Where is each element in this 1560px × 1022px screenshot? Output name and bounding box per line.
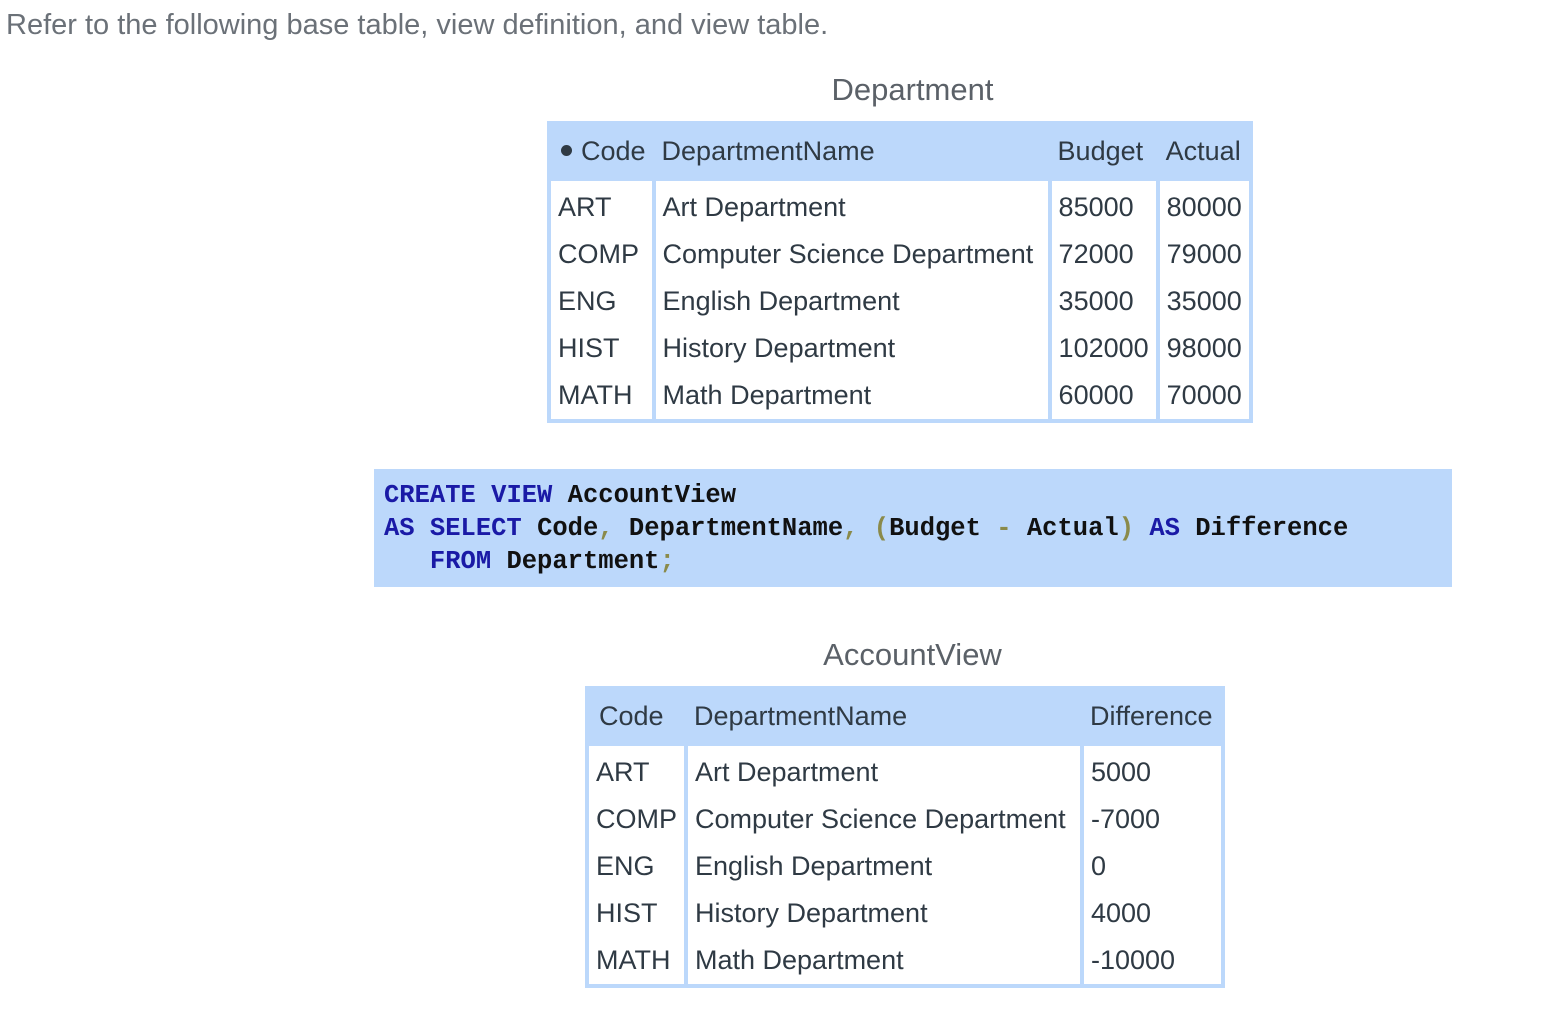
cell-departmentname: English Department xyxy=(656,278,1048,325)
sql-keyword: CREATE xyxy=(384,481,476,510)
cell-budget: 85000 xyxy=(1052,181,1156,231)
cell-difference: -10000 xyxy=(1084,937,1221,984)
sql-keyword: SELECT xyxy=(430,514,522,543)
cell-code: ART xyxy=(551,181,652,231)
table-row: COMP Computer Science Department 72000 7… xyxy=(551,231,1249,278)
sql-identifier: Department xyxy=(506,547,659,576)
cell-departmentname: Art Department xyxy=(656,181,1048,231)
cell-actual: 98000 xyxy=(1160,325,1249,372)
table-row: ART Art Department 85000 80000 xyxy=(551,181,1249,231)
cell-departmentname: Math Department xyxy=(656,372,1048,419)
cell-code: COMP xyxy=(551,231,652,278)
sql-identifier: DepartmentName xyxy=(629,514,843,543)
table-header-row: Code DepartmentName Difference xyxy=(589,686,1221,746)
cell-departmentname: Math Department xyxy=(688,937,1080,984)
sql-operator: - xyxy=(996,514,1011,543)
cell-budget: 35000 xyxy=(1052,278,1156,325)
cell-departmentname: History Department xyxy=(688,890,1080,937)
accountview-caption: AccountView xyxy=(585,636,1240,674)
cell-departmentname: Art Department xyxy=(688,746,1080,796)
sql-identifier: AccountView xyxy=(568,481,736,510)
cell-actual: 79000 xyxy=(1160,231,1249,278)
cell-difference: 4000 xyxy=(1084,890,1221,937)
sql-identifier: Code xyxy=(537,514,598,543)
table-row: HIST History Department 102000 98000 xyxy=(551,325,1249,372)
column-header-actual: Actual xyxy=(1160,121,1249,181)
department-table: Code DepartmentName Budget Actual ART Ar… xyxy=(547,121,1253,423)
accountview-table: Code DepartmentName Difference ART Art D… xyxy=(585,686,1225,988)
table-header-row: Code DepartmentName Budget Actual xyxy=(551,121,1249,181)
intro-text: Refer to the following base table, view … xyxy=(6,6,828,44)
sql-punctuation: ; xyxy=(659,547,674,576)
column-header-code: Code xyxy=(589,686,684,746)
sql-punctuation: , xyxy=(598,514,613,543)
cell-difference: -7000 xyxy=(1084,796,1221,843)
table-row: HIST History Department 4000 xyxy=(589,890,1221,937)
sql-identifier: Difference xyxy=(1195,514,1348,543)
cell-departmentname: English Department xyxy=(688,843,1080,890)
cell-code: HIST xyxy=(551,325,652,372)
column-header-departmentname: DepartmentName xyxy=(656,121,1048,181)
sql-punctuation: ) xyxy=(1119,514,1134,543)
cell-code: COMP xyxy=(589,796,684,843)
table-row: ENG English Department 0 xyxy=(589,843,1221,890)
sql-punctuation: ( xyxy=(874,514,889,543)
sql-punctuation: , xyxy=(843,514,858,543)
cell-budget: 60000 xyxy=(1052,372,1156,419)
sql-identifier: Actual xyxy=(1027,514,1119,543)
column-header-difference: Difference xyxy=(1084,686,1221,746)
cell-code: MATH xyxy=(551,372,652,419)
cell-code: MATH xyxy=(589,937,684,984)
sql-identifier: Budget xyxy=(889,514,981,543)
department-caption: Department xyxy=(547,71,1278,109)
cell-code: ENG xyxy=(551,278,652,325)
cell-actual: 70000 xyxy=(1160,372,1249,419)
cell-budget: 102000 xyxy=(1052,325,1156,372)
sql-keyword: AS xyxy=(384,514,415,543)
table-row: MATH Math Department 60000 70000 xyxy=(551,372,1249,419)
cell-code: ART xyxy=(589,746,684,796)
sql-view-definition: CREATE VIEW AccountView AS SELECT Code, … xyxy=(374,469,1452,587)
cell-actual: 80000 xyxy=(1160,181,1249,231)
cell-departmentname: History Department xyxy=(656,325,1048,372)
table-row: COMP Computer Science Department -7000 xyxy=(589,796,1221,843)
cell-departmentname: Computer Science Department xyxy=(656,231,1048,278)
column-header-departmentname: DepartmentName xyxy=(688,686,1080,746)
table-row: MATH Math Department -10000 xyxy=(589,937,1221,984)
sql-keyword: VIEW xyxy=(491,481,552,510)
sql-keyword: FROM xyxy=(430,547,491,576)
column-header-code: Code xyxy=(551,121,652,181)
cell-budget: 72000 xyxy=(1052,231,1156,278)
table-row: ENG English Department 35000 35000 xyxy=(551,278,1249,325)
table-row: ART Art Department 5000 xyxy=(589,746,1221,796)
primary-key-icon xyxy=(561,145,572,156)
cell-difference: 5000 xyxy=(1084,746,1221,796)
cell-departmentname: Computer Science Department xyxy=(688,796,1080,843)
cell-code: HIST xyxy=(589,890,684,937)
column-header-budget: Budget xyxy=(1052,121,1156,181)
sql-keyword: AS xyxy=(1149,514,1180,543)
cell-code: ENG xyxy=(589,843,684,890)
cell-difference: 0 xyxy=(1084,843,1221,890)
cell-actual: 35000 xyxy=(1160,278,1249,325)
